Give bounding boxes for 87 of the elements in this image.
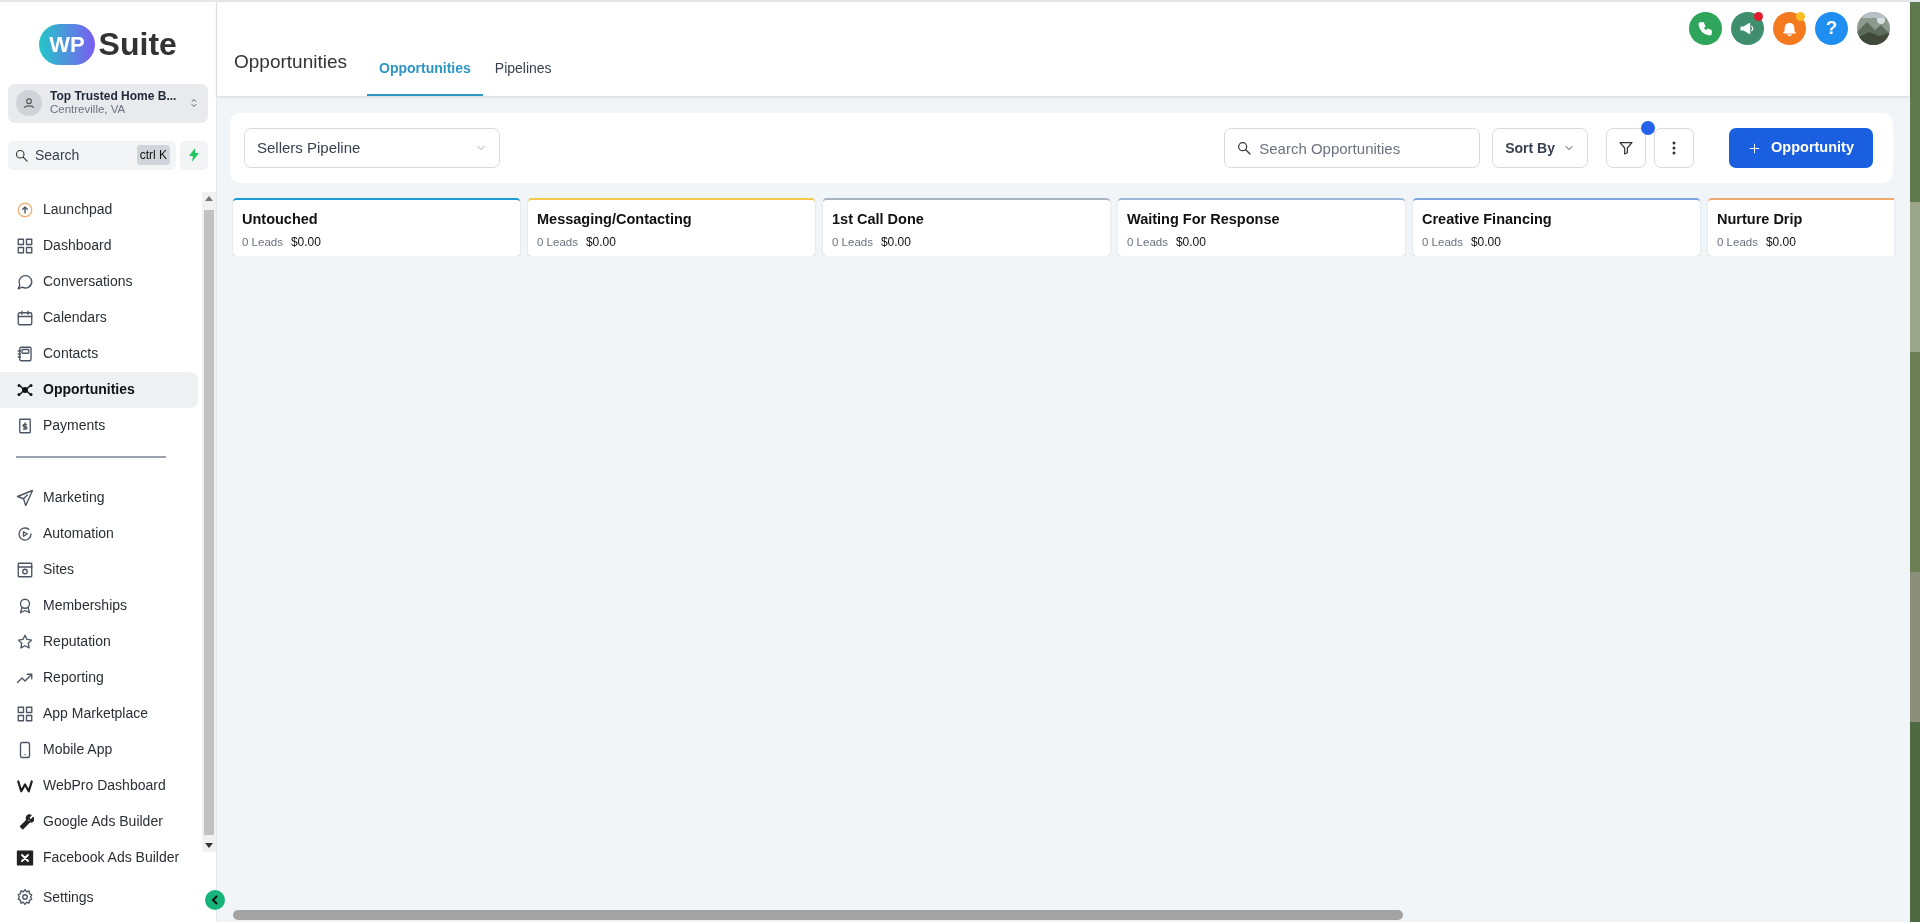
tab[interactable]: Pipelines	[482, 58, 564, 96]
account-switcher[interactable]: Top Trusted Home B... Centreville, VA	[8, 84, 208, 123]
nav-item[interactable]: Dashboard	[0, 228, 198, 264]
nav-item[interactable]: Settings	[0, 879, 180, 915]
w-logo-icon	[16, 777, 34, 795]
search-icon	[14, 148, 29, 163]
nav-item[interactable]: Conversations	[0, 264, 198, 300]
stage-amount: $0.00	[1470, 234, 1501, 249]
horizontal-scrollbar[interactable]	[233, 910, 1403, 920]
nav-item[interactable]: WebPro Dashboard	[0, 768, 198, 804]
stage-name: Messaging/Contacting	[537, 210, 693, 229]
x-square-icon	[16, 849, 34, 867]
quick-action-button[interactable]	[180, 141, 208, 170]
phone-icon	[1697, 20, 1714, 37]
shortcut-key: ctrl K	[136, 145, 170, 166]
stage-name: Untouched	[242, 210, 319, 229]
bell-button[interactable]	[1773, 12, 1806, 45]
nav-item[interactable]: Payments	[0, 408, 198, 444]
filter-button[interactable]	[1606, 128, 1647, 168]
stage-amount: $0.00	[290, 234, 321, 249]
more-vertical-icon	[1672, 141, 1677, 155]
calendar-icon	[16, 309, 34, 327]
scrollbar-track[interactable]	[202, 192, 216, 852]
nav-item[interactable]: App Marketplace	[0, 696, 198, 732]
account-location: Centreville, VA	[50, 103, 127, 117]
lead-count: 0 Leads	[537, 235, 578, 248]
stage-name: Creative Financing	[1422, 210, 1553, 229]
avatar-button[interactable]	[1857, 12, 1890, 45]
nav-item[interactable]: Reputation	[0, 624, 198, 660]
stage-amount: $0.00	[585, 234, 616, 249]
browser-icon	[16, 561, 34, 579]
stage-name: Nurture Drip	[1717, 210, 1804, 229]
nav-item[interactable]: Mobile App	[0, 732, 198, 768]
chat-icon	[16, 273, 34, 291]
collapse-button[interactable]	[205, 890, 225, 910]
nav-item[interactable]: Contacts	[0, 336, 198, 372]
contact-book-icon	[16, 345, 34, 363]
lead-count: 0 Leads	[242, 235, 283, 248]
star-icon	[16, 633, 34, 651]
search-field[interactable]: Search ctrl K	[8, 141, 176, 170]
add-opportunity-button[interactable]: Opportunity	[1729, 128, 1873, 168]
logo-text: Suite	[98, 25, 177, 64]
stage-name: Waiting For Response	[1127, 210, 1281, 229]
filter-icon	[1618, 140, 1635, 156]
nav-item[interactable]: Marketing	[0, 480, 198, 516]
location-icon	[16, 90, 42, 117]
nav-item[interactable]: Facebook Ads Builder	[0, 840, 198, 872]
phone-button[interactable]	[1689, 12, 1722, 45]
lead-count: 0 Leads	[832, 235, 873, 248]
nav-item[interactable]: Reporting	[0, 660, 198, 696]
stage-amount: $0.00	[1765, 234, 1796, 249]
play-cycle-icon	[16, 525, 34, 543]
lead-count: 0 Leads	[1717, 235, 1758, 248]
lead-count: 0 Leads	[1422, 235, 1463, 248]
bell-icon	[1781, 20, 1798, 37]
lead-count: 0 Leads	[1127, 235, 1168, 248]
logo-badge: WP	[39, 23, 95, 65]
paper-plane-icon	[16, 489, 34, 507]
stage-name: 1st Call Done	[832, 210, 925, 229]
grid-icon	[16, 705, 34, 723]
search-field[interactable]: Search Opportunities	[1224, 128, 1481, 168]
account-name: Top Trusted Home B...	[50, 90, 178, 104]
page-title: Opportunities	[234, 49, 347, 74]
nav-item[interactable]: Google Ads Builder	[0, 804, 198, 840]
scrollbar-thumb[interactable]	[204, 210, 214, 835]
pipeline-dropdown[interactable]: Sellers Pipeline	[244, 128, 500, 168]
receipt-icon	[16, 417, 34, 435]
lightning-icon	[188, 148, 200, 163]
people-network-icon	[16, 381, 34, 399]
nav-item[interactable]: Sites	[0, 552, 198, 588]
megaphone-icon	[1739, 20, 1756, 37]
nav-item[interactable]: Launchpad	[0, 192, 198, 228]
chevron-left-icon	[210, 895, 220, 905]
search-icon	[1236, 140, 1253, 156]
settings-icon	[16, 888, 34, 906]
search-placeholder: Search	[35, 146, 80, 165]
plus-icon	[1748, 141, 1762, 155]
stage-amount: $0.00	[1175, 234, 1206, 249]
nav-item[interactable]: Calendars	[0, 300, 198, 336]
grid-icon	[16, 237, 34, 255]
more-options-button[interactable]	[1654, 128, 1695, 168]
nav-item[interactable]: Automation	[0, 516, 198, 552]
nav-item[interactable]: Opportunities	[0, 372, 198, 408]
nav-item[interactable]: Memberships	[0, 588, 198, 624]
megaphone-button[interactable]	[1731, 12, 1764, 45]
sort-button[interactable]: Sort By	[1492, 128, 1589, 168]
stage-amount: $0.00	[880, 234, 911, 249]
